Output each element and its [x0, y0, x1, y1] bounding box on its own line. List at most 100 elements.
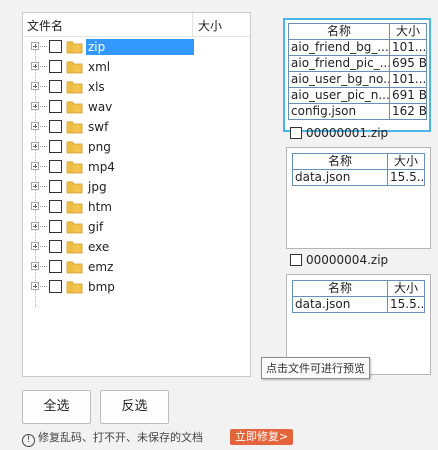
tree-connector	[40, 186, 47, 188]
tree-item-mp4[interactable]: mp4	[23, 157, 250, 177]
column-divider[interactable]	[192, 13, 193, 36]
expand-icon[interactable]	[31, 42, 39, 50]
item-checkbox[interactable]	[49, 280, 62, 293]
item-checkbox[interactable]	[49, 140, 62, 153]
footer-hint-text: 修复乱码、打不开、未保存的文档	[38, 431, 203, 444]
tree-item-zip[interactable]: zip	[23, 37, 250, 57]
tree-item-gif[interactable]: gif	[23, 217, 250, 237]
item-checkbox[interactable]	[49, 120, 62, 133]
tree-connector	[40, 66, 47, 68]
tree-item-bmp[interactable]: bmp	[23, 277, 250, 297]
file-name-cell: aio_friend_bg_...	[288, 39, 390, 56]
zip-checkbox[interactable]	[290, 127, 302, 139]
tree-header: 文件名 大小	[23, 13, 250, 37]
folder-icon	[66, 281, 83, 294]
zip-item-00000004[interactable]: 00000004.zip	[290, 252, 388, 268]
expand-icon[interactable]	[31, 82, 39, 90]
folder-icon	[66, 121, 83, 134]
item-checkbox[interactable]	[49, 240, 62, 253]
repair-now-button[interactable]: 立即修复>	[230, 429, 294, 445]
tree-item-label: exe	[88, 240, 110, 254]
tree-item-label: jpg	[88, 180, 107, 194]
zip-filename: 00000001.zip	[306, 126, 389, 140]
column-header-name: 名称	[288, 23, 390, 40]
expand-icon[interactable]	[31, 142, 39, 150]
footer-hint: ! 修复乱码、打不开、未保存的文档	[22, 429, 203, 447]
item-checkbox[interactable]	[49, 40, 62, 53]
item-checkbox[interactable]	[49, 60, 62, 73]
item-checkbox[interactable]	[49, 260, 62, 273]
tree-connector	[40, 146, 47, 148]
folder-icon	[66, 101, 83, 114]
zip-item-00000001[interactable]: 00000001.zip	[290, 125, 388, 141]
tree-connector	[40, 46, 47, 48]
file-size-cell: 15.5...	[387, 169, 425, 186]
folder-icon	[66, 181, 83, 194]
column-header-name: 名称	[292, 280, 388, 297]
expand-icon[interactable]	[31, 242, 39, 250]
file-size-cell: 691 B	[389, 87, 427, 104]
file-type-tree[interactable]: 文件名 大小 zip xml xls wav swf png mp4 jpg htm gif exe…	[22, 12, 251, 377]
folder-icon	[66, 261, 83, 274]
tree-item-emz[interactable]: emz	[23, 257, 250, 277]
tree-item-label: emz	[88, 260, 114, 274]
file-table: 名称 大小 aio_friend_bg_... 101... aio_friend_…	[288, 23, 427, 120]
expand-icon[interactable]	[31, 262, 39, 270]
item-checkbox[interactable]	[49, 160, 62, 173]
tree-item-exe[interactable]: exe	[23, 237, 250, 257]
column-header-size: 大小	[387, 280, 425, 297]
item-checkbox[interactable]	[49, 180, 62, 193]
tree-item-label: mp4	[88, 160, 115, 174]
file-row[interactable]: config.json 162 B	[288, 103, 427, 120]
info-icon: !	[22, 434, 35, 447]
expand-icon[interactable]	[31, 202, 39, 210]
zip-preview-box[interactable]: 名称 大小 data.json 15.5...	[286, 147, 431, 249]
item-checkbox[interactable]	[49, 220, 62, 233]
tree-item-jpg[interactable]: jpg	[23, 177, 250, 197]
file-size-cell: 695 B	[389, 55, 427, 72]
file-name-cell: config.json	[288, 103, 390, 120]
expand-icon[interactable]	[31, 162, 39, 170]
expand-icon[interactable]	[31, 222, 39, 230]
invert-selection-button[interactable]: 反选	[100, 390, 169, 424]
column-header-name: 名称	[292, 153, 388, 170]
tree-item-swf[interactable]: swf	[23, 117, 250, 137]
tree-item-xls[interactable]: xls	[23, 77, 250, 97]
column-header-name[interactable]: 文件名	[27, 17, 63, 34]
column-header-size[interactable]: 大小	[198, 17, 222, 34]
preview-tooltip: 点击文件可进行预览	[261, 357, 370, 379]
folder-icon	[66, 141, 83, 154]
file-row[interactable]: data.json 15.5...	[292, 169, 425, 186]
expand-icon[interactable]	[31, 62, 39, 70]
zip-preview-box[interactable]: 名称 大小 aio_friend_bg_... 101... aio_friend_…	[283, 18, 431, 132]
folder-icon	[66, 61, 83, 74]
expand-icon[interactable]	[31, 102, 39, 110]
file-row[interactable]: aio_user_bg_no... 101...	[288, 71, 427, 88]
item-checkbox[interactable]	[49, 80, 62, 93]
zip-checkbox[interactable]	[290, 254, 302, 266]
tree-item-xml[interactable]: xml	[23, 57, 250, 77]
tree-item-label: zip	[86, 39, 194, 55]
file-row[interactable]: aio_friend_bg_... 101...	[288, 39, 427, 56]
tree-item-label: wav	[88, 100, 113, 114]
file-table: 名称 大小 data.json 15.5...	[292, 153, 425, 186]
file-row[interactable]: data.json 15.5...	[292, 296, 425, 313]
tree-item-htm[interactable]: htm	[23, 197, 250, 217]
tree-connector	[40, 286, 47, 288]
column-header-size: 大小	[389, 23, 427, 40]
expand-icon[interactable]	[31, 282, 39, 290]
item-checkbox[interactable]	[49, 200, 62, 213]
tree-item-label: png	[88, 140, 111, 154]
expand-icon[interactable]	[31, 182, 39, 190]
select-all-button[interactable]: 全选	[22, 390, 91, 424]
tree-connector	[40, 126, 47, 128]
zip-filename: 00000004.zip	[306, 253, 389, 267]
file-row[interactable]: aio_user_pic_n... 691 B	[288, 87, 427, 104]
expand-icon[interactable]	[31, 122, 39, 130]
item-checkbox[interactable]	[49, 100, 62, 113]
tree-list: zip xml xls wav swf png mp4 jpg htm gif exe emz bmp	[23, 37, 250, 297]
file-row[interactable]: aio_friend_pic_... 695 B	[288, 55, 427, 72]
tree-item-wav[interactable]: wav	[23, 97, 250, 117]
file-name-cell: data.json	[292, 296, 388, 313]
tree-item-png[interactable]: png	[23, 137, 250, 157]
